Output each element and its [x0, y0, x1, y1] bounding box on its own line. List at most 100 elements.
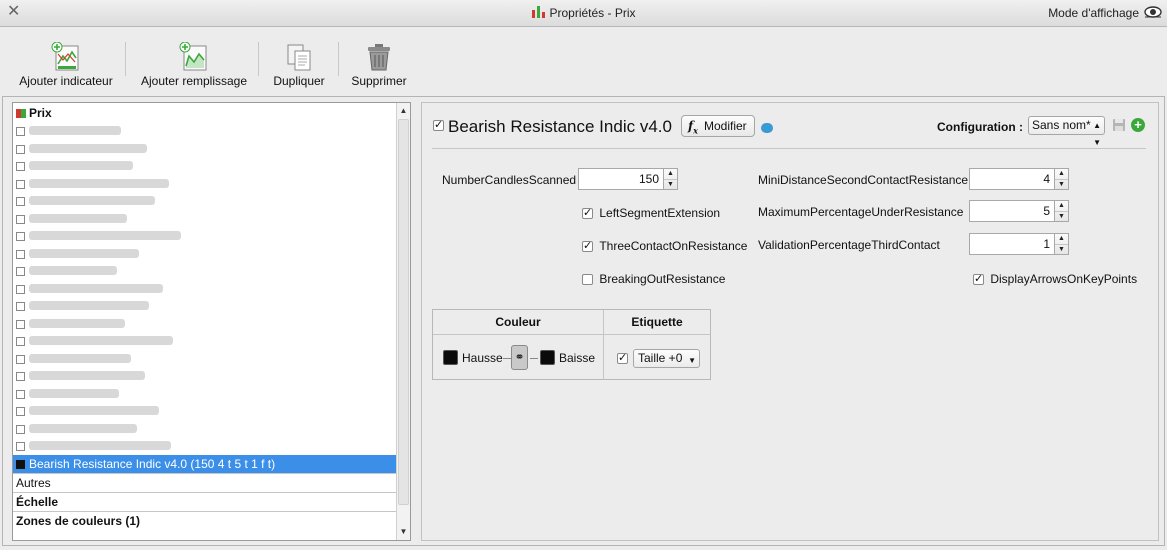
list-item[interactable] [13, 420, 396, 438]
list-item[interactable] [13, 192, 396, 210]
list-item-checkbox[interactable] [16, 442, 25, 451]
stepper-down-icon[interactable]: ▼ [664, 179, 677, 189]
obscured-text [29, 213, 127, 223]
save-icon[interactable] [1112, 118, 1126, 132]
obscured-text [29, 196, 155, 205]
window-title-text: Propriétés - Prix [549, 6, 636, 20]
list-item-checkbox[interactable] [16, 144, 25, 154]
display-mode-label[interactable]: Mode d'affichage [1048, 6, 1139, 20]
number-candles-stepper[interactable]: 150 ▲ ▼ [578, 168, 678, 190]
eye-icon[interactable] [1143, 3, 1163, 21]
list-item-checkbox[interactable] [16, 214, 25, 224]
list-header-prix[interactable]: Prix [13, 104, 396, 122]
stepper-down-icon[interactable]: ▼ [1055, 244, 1068, 254]
list-section-echelle[interactable]: Échelle [13, 492, 396, 511]
list-item-checkbox[interactable] [16, 249, 25, 259]
list-item-checkbox[interactable] [16, 179, 25, 189]
stepper-up-icon[interactable]: ▲ [1055, 169, 1068, 179]
indicator-enabled-checkbox[interactable] [433, 118, 444, 131]
stepper-up-icon[interactable]: ▲ [664, 169, 677, 179]
list-item[interactable] [13, 227, 396, 245]
link-icon[interactable]: ⚭ [511, 345, 528, 370]
list-item[interactable] [13, 350, 396, 368]
obscured-text [29, 406, 159, 415]
up-color-swatch[interactable] [443, 350, 458, 365]
list-item-checkbox[interactable] [16, 162, 25, 171]
list-item-checkbox[interactable] [16, 302, 25, 311]
list-section-autres[interactable]: Autres [13, 473, 396, 492]
list-item[interactable] [13, 332, 396, 350]
display-arrows-option[interactable]: DisplayArrowsOnKeyPoints [973, 272, 1137, 286]
list-item-checkbox[interactable] [16, 284, 25, 294]
stepper-down-icon[interactable]: ▼ [1055, 179, 1068, 189]
number-candles-label: NumberCandlesScanned [442, 173, 577, 187]
configuration-select[interactable]: Sans nom* ▲ ▼ [1028, 116, 1105, 147]
left-segment-checkbox[interactable] [582, 206, 593, 219]
mini-distance-stepper[interactable]: 4 ▲ ▼ [969, 168, 1069, 190]
validation-percentage-stepper[interactable]: 1 ▲ ▼ [969, 233, 1069, 255]
properties-frame: Prix Bearish Resistance Indic v4.0 (150 … [2, 96, 1165, 546]
max-percentage-stepper[interactable]: 5 ▲ ▼ [969, 200, 1069, 222]
list-item-checkbox[interactable] [16, 424, 25, 434]
list-item[interactable] [13, 385, 396, 403]
list-item[interactable] [13, 402, 396, 420]
section-autres-label: Autres [16, 476, 51, 490]
list-item-checkbox[interactable] [16, 372, 25, 381]
list-item[interactable] [13, 210, 396, 228]
list-item[interactable] [13, 367, 396, 385]
duplicate-button[interactable]: Dupliquer [266, 28, 332, 92]
scroll-thumb[interactable] [398, 119, 409, 505]
list-item-selected[interactable]: Bearish Resistance Indic v4.0 (150 4 t 5… [13, 455, 396, 473]
breaking-out-checkbox[interactable] [582, 274, 593, 285]
modify-button[interactable]: fx Modifier [681, 115, 755, 137]
label-enabled-checkbox[interactable] [617, 351, 628, 364]
list-item-checkbox[interactable] [16, 337, 25, 346]
comment-bubble-icon[interactable] [761, 123, 773, 133]
list-item-checkbox[interactable] [16, 354, 25, 364]
list-item[interactable] [13, 262, 396, 280]
list-item-checkbox[interactable] [16, 127, 25, 136]
list-item-checkbox[interactable] [16, 267, 25, 276]
scroll-down-icon[interactable]: ▼ [397, 525, 410, 539]
list-section-zones[interactable]: Zones de couleurs (1) [13, 511, 396, 530]
obscured-text [29, 301, 149, 310]
obscured-text [29, 336, 173, 345]
list-item-checkbox[interactable] [16, 407, 25, 416]
list-item[interactable] [13, 315, 396, 333]
list-item[interactable] [13, 140, 396, 158]
list-scrollbar[interactable]: ▲ ▼ [396, 103, 410, 540]
obscured-text [29, 371, 145, 380]
label-size-select[interactable]: Taille +0 ▼ [633, 349, 700, 368]
color-label-table: Couleur Etiquette Hausse ⚭ Baisse Taille… [432, 309, 711, 380]
add-indicator-button[interactable]: Ajouter indicateur [14, 28, 118, 92]
list-item-checkbox[interactable] [16, 389, 25, 399]
three-contact-option[interactable]: ThreeContactOnResistance [582, 239, 747, 253]
list-item[interactable] [13, 297, 396, 315]
delete-button[interactable]: Supprimer [346, 28, 412, 92]
section-echelle-label: Échelle [16, 495, 59, 509]
display-arrows-checkbox[interactable] [973, 272, 984, 285]
left-segment-option[interactable]: LeftSegmentExtension [582, 206, 720, 220]
add-fill-button[interactable]: Ajouter remplissage [136, 28, 252, 92]
list-item[interactable] [13, 175, 396, 193]
stepper-up-icon[interactable]: ▲ [1055, 201, 1068, 211]
obscured-text [29, 353, 131, 363]
add-config-icon[interactable]: + [1131, 118, 1145, 132]
down-color-swatch[interactable] [540, 350, 555, 365]
three-contact-checkbox[interactable] [582, 239, 593, 252]
list-item[interactable] [13, 280, 396, 298]
list-item[interactable] [13, 245, 396, 263]
scroll-up-icon[interactable]: ▲ [397, 104, 410, 118]
list-item-checkbox[interactable] [16, 197, 25, 206]
stepper-up-icon[interactable]: ▲ [1055, 234, 1068, 244]
list-item-checkbox[interactable] [16, 319, 25, 329]
breaking-out-option[interactable]: BreakingOutResistance [582, 272, 725, 286]
stepper-down-icon[interactable]: ▼ [1055, 211, 1068, 221]
obscured-text [29, 283, 163, 293]
list-item-checkbox[interactable] [16, 232, 25, 241]
list-item[interactable] [13, 122, 396, 140]
list-item[interactable] [13, 157, 396, 175]
list-item[interactable] [13, 437, 396, 455]
indicator-name: Bearish Resistance Indic v4.0 [448, 117, 672, 136]
configuration-label: Configuration : [937, 120, 1023, 134]
